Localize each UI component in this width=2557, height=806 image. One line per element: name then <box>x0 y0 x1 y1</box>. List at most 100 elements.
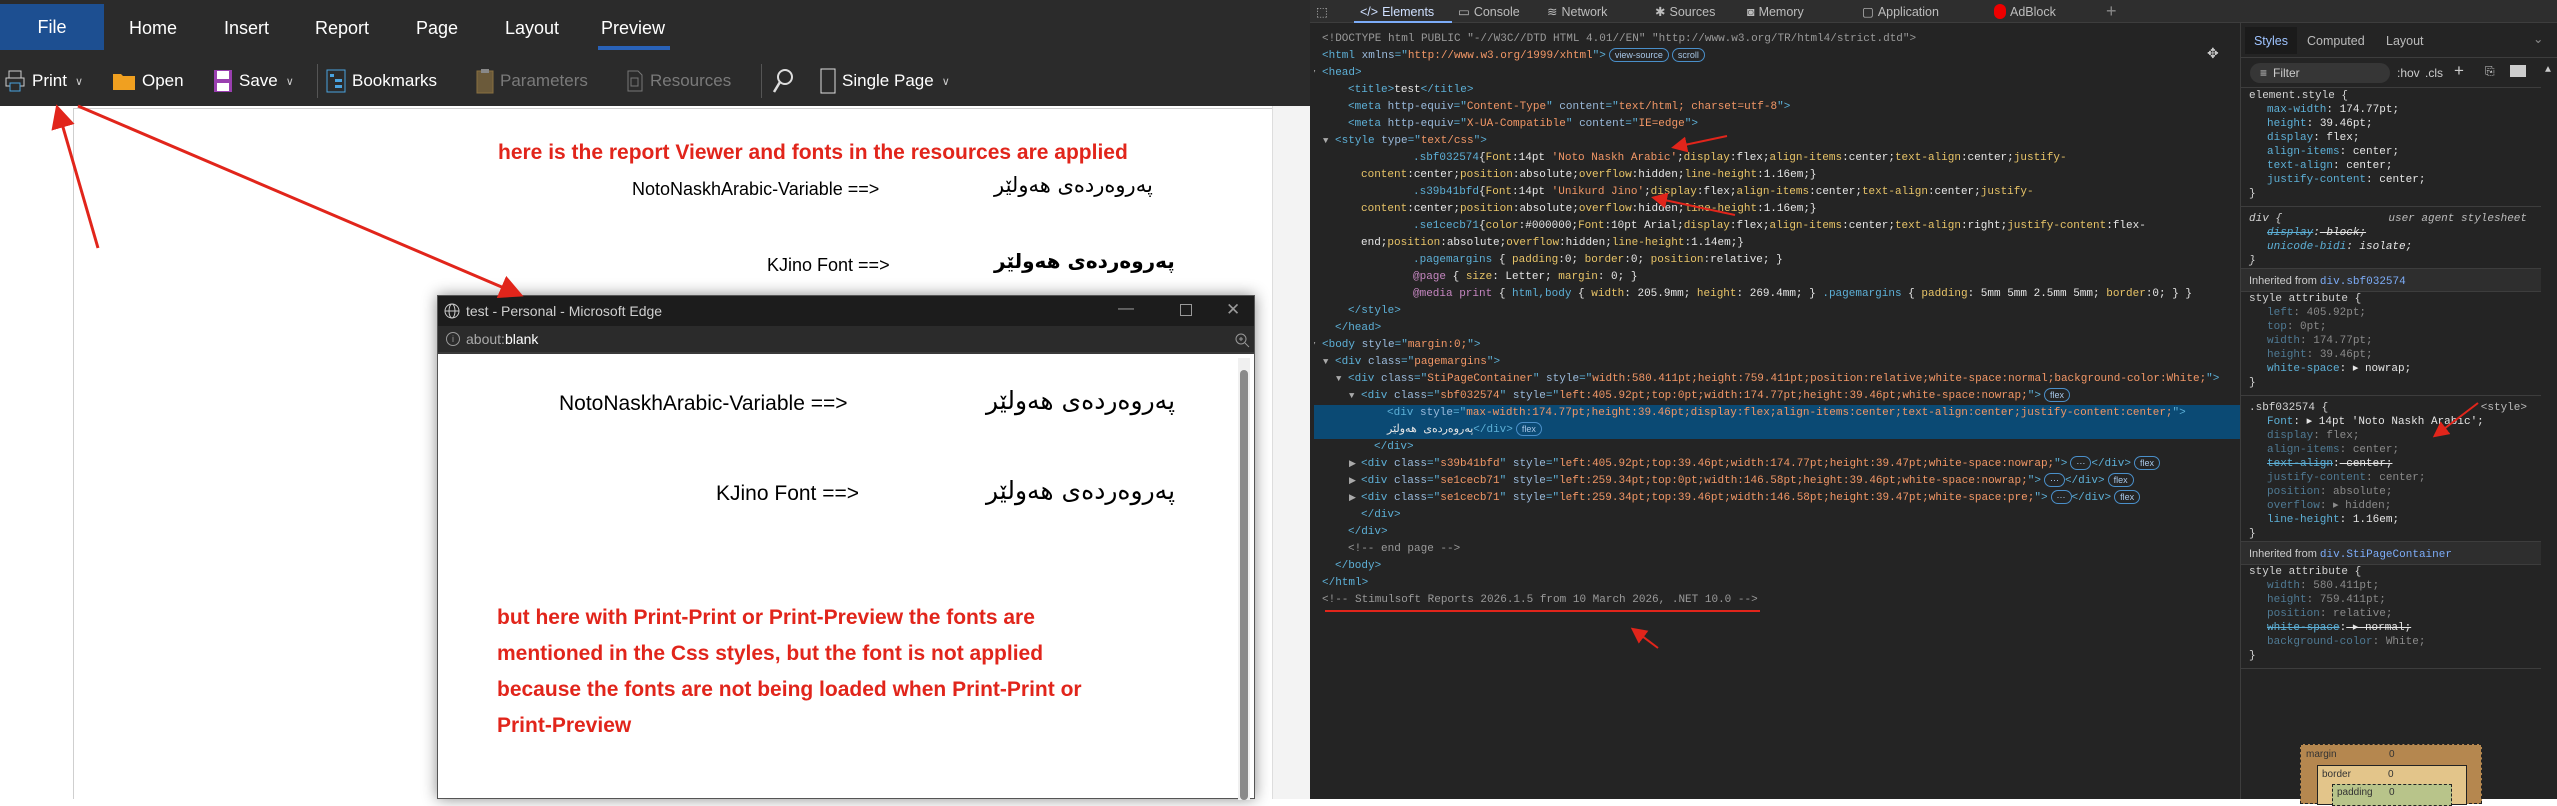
save-button[interactable]: Save ∨ <box>213 66 294 96</box>
dom-node-line[interactable]: <meta http-equiv="Content-Type" content=… <box>1314 99 2240 116</box>
css-declaration[interactable]: text-align: center; <box>2241 457 2541 471</box>
property-value[interactable]: 1.16em; <box>2346 514 2399 526</box>
view-mode-dropdown[interactable]: Single Page ∨ <box>820 66 950 96</box>
css-declaration[interactable]: justify-content: center; <box>2241 173 2541 187</box>
dom-node-line[interactable]: <!-- Stimulsoft Reports 2026.1.5 from 10… <box>1314 592 2240 609</box>
expand-arrow-icon[interactable]: ▼ <box>1323 133 1328 150</box>
dom-node-line[interactable]: .s39b41bfd{Font:14pt 'Unikurd Jino';disp… <box>1314 184 2240 201</box>
menu-home[interactable]: Home <box>129 14 177 42</box>
badge[interactable]: flex <box>2114 490 2141 504</box>
info-icon[interactable]: i <box>446 332 460 346</box>
dom-node-line[interactable]: </html> <box>1314 575 2240 592</box>
styles-scrollbar[interactable]: ▲ <box>2542 64 2557 799</box>
dom-node-line[interactable]: <meta http-equiv="X-UA-Compatible" conte… <box>1314 116 2240 133</box>
minimize-button[interactable]: — <box>1118 300 1134 318</box>
css-declaration[interactable]: max-width: 174.77pt; <box>2241 103 2541 117</box>
tab-console[interactable]: ▭ Console <box>1458 0 1520 23</box>
zoom-icon[interactable] <box>1234 332 1250 348</box>
dom-node-line[interactable]: ▶ <div class="se1cecb71" style="left:259.… <box>1314 473 2240 490</box>
scrollbar-thumb[interactable] <box>1240 370 1248 800</box>
dom-node-line[interactable]: </body> <box>1314 558 2240 575</box>
property-name[interactable]: line-height <box>2267 514 2340 526</box>
property-name[interactable]: height <box>2267 594 2307 606</box>
tab-application[interactable]: ▢ Application <box>1862 0 1939 23</box>
property-name[interactable]: height <box>2267 118 2307 130</box>
css-declaration[interactable]: Font: ▸ 14pt 'Noto Naskh Arabic'; <box>2241 415 2541 429</box>
bookmarks-button[interactable]: Bookmarks <box>326 66 437 96</box>
css-declaration[interactable]: background-color: White; <box>2241 635 2541 649</box>
chevron-down-icon[interactable]: ⌄ <box>2533 31 2543 46</box>
css-declaration[interactable]: height: 39.46pt; <box>2241 117 2541 131</box>
css-declaration[interactable]: align-items: center; <box>2241 145 2541 159</box>
expand-arrow-icon[interactable]: ▶ <box>1349 490 1356 507</box>
expand-arrow-icon[interactable]: ▼ <box>1323 354 1328 371</box>
property-value[interactable]: 174.77pt; <box>2333 104 2399 116</box>
property-value[interactable]: 174.77pt; <box>2307 335 2372 347</box>
property-name[interactable]: overflow <box>2267 500 2320 512</box>
property-name[interactable]: left <box>2267 307 2293 319</box>
resources-button[interactable]: Resources <box>626 66 731 96</box>
dom-node-line[interactable]: end;position:absolute;overflow:hidden;li… <box>1314 235 2240 252</box>
property-value[interactable]: ▸ hidden; <box>2326 500 2391 512</box>
css-declaration[interactable]: white-space: ▸ nowrap; <box>2241 362 2541 376</box>
dom-node-line[interactable]: .sbf032574{Font:14pt 'Noto Naskh Arabic'… <box>1314 150 2240 167</box>
css-declaration[interactable]: top: 0pt; <box>2241 320 2541 334</box>
property-name[interactable]: unicode-bidi <box>2267 241 2346 253</box>
menu-page[interactable]: Page <box>416 14 458 42</box>
expand-arrow-icon[interactable]: ▼ <box>1349 388 1354 405</box>
property-name[interactable]: white-space <box>2267 622 2340 634</box>
cls-button[interactable]: .cls <box>2425 66 2443 80</box>
css-declaration[interactable]: line-height: 1.16em; <box>2241 513 2541 527</box>
dom-node-selected[interactable]: <div style="max-width:174.77pt;height:39… <box>1314 405 2240 422</box>
badge[interactable]: ⋯ <box>2043 473 2065 487</box>
tab-layout[interactable]: Layout <box>2386 34 2424 48</box>
expand-arrow-icon[interactable]: ▼ <box>1314 337 1315 354</box>
css-declaration[interactable]: justify-content: center; <box>2241 471 2541 485</box>
tab-styles[interactable]: Styles <box>2245 27 2297 54</box>
rule-source[interactable]: <style> <box>2481 401 2527 415</box>
inherited-link[interactable]: div.sbf032574 <box>2320 276 2406 288</box>
dom-node-line[interactable]: ▼ <head> <box>1314 65 2240 82</box>
property-value[interactable]: flex; <box>2320 430 2359 442</box>
property-name[interactable]: Font <box>2267 416 2293 428</box>
margin-value[interactable]: 0 <box>2389 749 2395 760</box>
address-bar[interactable]: i about: blank <box>438 326 1254 354</box>
css-declaration[interactable]: text-align: center; <box>2241 159 2541 173</box>
property-name[interactable]: justify-content <box>2267 472 2366 484</box>
property-name[interactable]: width <box>2267 335 2300 347</box>
dom-node-line[interactable]: @page { size: Letter; margin: 0; } <box>1314 269 2240 286</box>
hov-button[interactable]: :hov <box>2397 66 2420 80</box>
tab-sources[interactable]: ✱ Sources <box>1655 0 1715 23</box>
padding-value[interactable]: 0 <box>2389 787 2395 798</box>
badge[interactable]: flex <box>2043 388 2070 402</box>
css-declaration[interactable]: height: 759.411pt; <box>2241 593 2541 607</box>
property-name[interactable]: position <box>2267 608 2320 620</box>
dom-node-line[interactable]: ▼ <style type="text/css"> <box>1314 133 2240 150</box>
property-value[interactable]: 405.92pt; <box>2300 307 2366 319</box>
property-value[interactable]: center; <box>2340 458 2392 470</box>
parameters-button[interactable]: Parameters <box>476 66 588 96</box>
preview-scrollbar[interactable] <box>1238 358 1250 800</box>
property-value[interactable]: isolate; <box>2353 241 2412 253</box>
dom-node-line[interactable]: .se1cecb71{color:#000000;Font:10pt Arial… <box>1314 218 2240 235</box>
menu-report[interactable]: Report <box>315 14 369 42</box>
property-value[interactable]: relative; <box>2326 608 2392 620</box>
property-value[interactable]: center; <box>2346 146 2399 158</box>
dom-node-line[interactable]: </div> <box>1314 439 2240 456</box>
menu-insert[interactable]: Insert <box>224 14 269 42</box>
property-name[interactable]: width <box>2267 580 2300 592</box>
badge[interactable]: flex <box>2107 473 2134 487</box>
dom-node-line[interactable]: <title>test</title> <box>1314 82 2240 99</box>
inspect-element-icon[interactable]: ⬚ <box>1316 0 1328 23</box>
menu-layout[interactable]: Layout <box>505 14 559 42</box>
dom-node-line[interactable]: <!-- end page --> <box>1314 541 2240 558</box>
css-declaration[interactable]: white-space: ▸ normal; <box>2241 621 2541 635</box>
property-name[interactable]: max-width <box>2267 104 2326 116</box>
property-name[interactable]: align-items <box>2267 444 2340 456</box>
badge[interactable]: flex <box>1515 422 1542 436</box>
badge[interactable]: flex <box>2133 456 2160 470</box>
property-name[interactable]: position <box>2267 486 2320 498</box>
dom-node-line[interactable]: content:center;position:absolute;overflo… <box>1314 201 2240 218</box>
dom-node-line[interactable]: ▶ <div class="se1cecb71" style="left:259.… <box>1314 490 2240 507</box>
property-name[interactable]: background-color <box>2267 636 2373 648</box>
